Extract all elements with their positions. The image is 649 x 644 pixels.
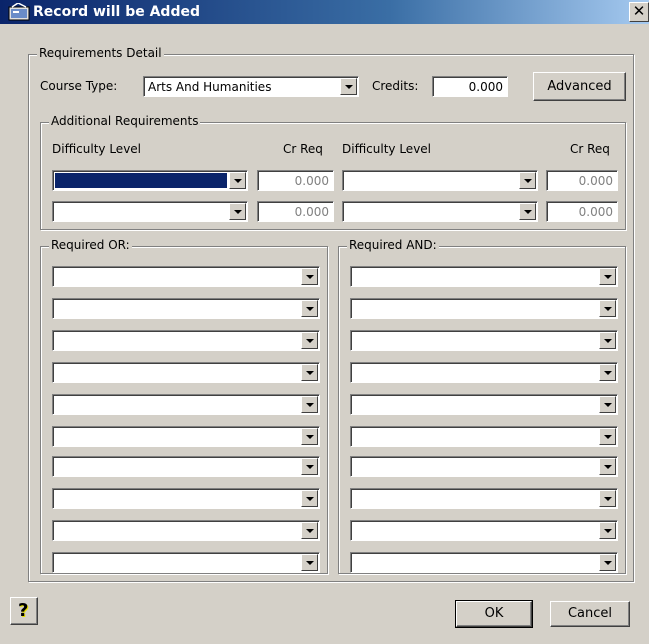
chevron-down-icon[interactable] bbox=[519, 203, 536, 220]
cr-req-value: 0.000 bbox=[294, 205, 329, 219]
difficulty-level-header-left: Difficulty Level bbox=[52, 142, 142, 156]
required-and-dropdown[interactable] bbox=[350, 298, 618, 319]
course-type-dropdown[interactable]: Arts And Humanities bbox=[143, 76, 359, 97]
cr-req-value: 0.000 bbox=[578, 174, 613, 188]
difficulty-level-dropdown[interactable] bbox=[52, 170, 248, 191]
chevron-down-icon[interactable] bbox=[301, 332, 318, 349]
required-or-dropdown[interactable] bbox=[52, 330, 320, 351]
cr-req-value: 0.000 bbox=[578, 205, 613, 219]
chevron-down-icon[interactable] bbox=[301, 396, 318, 413]
chevron-down-icon[interactable] bbox=[599, 428, 616, 445]
chevron-down-icon[interactable] bbox=[599, 554, 616, 571]
chevron-down-icon[interactable] bbox=[301, 268, 318, 285]
ok-button-label: OK bbox=[484, 606, 504, 621]
dialog-window: Record will be Added ✕ Requirements Deta… bbox=[0, 0, 649, 644]
required-or-legend: Required OR: bbox=[49, 238, 132, 252]
chevron-down-icon[interactable] bbox=[599, 332, 616, 349]
chevron-down-icon[interactable] bbox=[599, 458, 616, 475]
required-or-dropdown[interactable] bbox=[52, 362, 320, 383]
required-or-dropdown[interactable] bbox=[52, 456, 320, 477]
required-and-dropdown[interactable] bbox=[350, 426, 618, 447]
required-or-dropdown[interactable] bbox=[52, 552, 320, 573]
chevron-down-icon[interactable] bbox=[301, 458, 318, 475]
chevron-down-icon[interactable] bbox=[229, 172, 246, 189]
additional-requirements-legend: Additional Requirements bbox=[49, 114, 201, 128]
cr-req-field[interactable]: 0.000 bbox=[546, 170, 618, 191]
required-or-dropdown[interactable] bbox=[52, 488, 320, 509]
chevron-down-icon[interactable] bbox=[301, 522, 318, 539]
chevron-down-icon[interactable] bbox=[301, 428, 318, 445]
cr-req-field[interactable]: 0.000 bbox=[257, 170, 334, 191]
cr-req-field[interactable]: 0.000 bbox=[257, 201, 334, 222]
chevron-down-icon[interactable] bbox=[301, 300, 318, 317]
app-window-icon bbox=[8, 3, 30, 21]
cancel-button-label: Cancel bbox=[567, 606, 613, 621]
chevron-down-icon[interactable] bbox=[519, 172, 536, 189]
difficulty-level-dropdown[interactable] bbox=[342, 201, 538, 222]
credits-label: Credits: bbox=[372, 79, 419, 93]
required-or-dropdown[interactable] bbox=[52, 298, 320, 319]
cr-req-value: 0.000 bbox=[294, 174, 329, 188]
chevron-down-icon[interactable] bbox=[599, 268, 616, 285]
selection-highlight bbox=[55, 173, 227, 188]
required-or-dropdown[interactable] bbox=[52, 520, 320, 541]
required-and-dropdown[interactable] bbox=[350, 394, 618, 415]
course-type-value: Arts And Humanities bbox=[148, 80, 272, 94]
chevron-down-icon[interactable] bbox=[599, 522, 616, 539]
credits-field[interactable]: 0.000 bbox=[432, 76, 508, 97]
required-or-dropdown[interactable] bbox=[52, 266, 320, 287]
required-and-legend: Required AND: bbox=[347, 238, 439, 252]
chevron-down-icon[interactable] bbox=[599, 396, 616, 413]
required-and-dropdown[interactable] bbox=[350, 520, 618, 541]
cancel-button[interactable]: Cancel bbox=[550, 601, 630, 627]
required-and-dropdown[interactable] bbox=[350, 266, 618, 287]
window-title: Record will be Added bbox=[33, 4, 200, 20]
cr-req-field[interactable]: 0.000 bbox=[546, 201, 618, 222]
question-mark-icon: ? bbox=[18, 600, 29, 621]
required-and-dropdown[interactable] bbox=[350, 488, 618, 509]
ok-button[interactable]: OK bbox=[455, 600, 533, 628]
chevron-down-icon[interactable] bbox=[599, 364, 616, 381]
chevron-down-icon[interactable] bbox=[599, 300, 616, 317]
credits-value: 0.000 bbox=[468, 80, 503, 94]
chevron-down-icon[interactable] bbox=[229, 203, 246, 220]
close-button[interactable]: ✕ bbox=[629, 2, 649, 22]
chevron-down-icon[interactable] bbox=[301, 364, 318, 381]
required-or-dropdown[interactable] bbox=[52, 426, 320, 447]
difficulty-level-dropdown[interactable] bbox=[52, 201, 248, 222]
difficulty-level-dropdown[interactable] bbox=[342, 170, 538, 191]
cr-req-header-left: Cr Req bbox=[283, 142, 323, 156]
chevron-down-icon[interactable] bbox=[599, 490, 616, 507]
cr-req-header-right: Cr Req bbox=[570, 142, 610, 156]
chevron-down-icon[interactable] bbox=[340, 78, 357, 95]
required-and-dropdown[interactable] bbox=[350, 330, 618, 351]
requirements-detail-legend: Requirements Detail bbox=[37, 46, 164, 60]
title-bar[interactable]: Record will be Added ✕ bbox=[0, 0, 649, 24]
advanced-button-label: Advanced bbox=[547, 79, 612, 94]
close-icon: ✕ bbox=[632, 2, 646, 20]
required-and-dropdown[interactable] bbox=[350, 552, 618, 573]
required-and-dropdown[interactable] bbox=[350, 456, 618, 477]
help-button[interactable]: ? bbox=[10, 597, 38, 625]
advanced-button[interactable]: Advanced bbox=[533, 72, 626, 101]
course-type-label: Course Type: bbox=[40, 79, 118, 93]
chevron-down-icon[interactable] bbox=[301, 554, 318, 571]
required-or-dropdown[interactable] bbox=[52, 394, 320, 415]
difficulty-level-header-right: Difficulty Level bbox=[342, 142, 432, 156]
required-and-dropdown[interactable] bbox=[350, 362, 618, 383]
chevron-down-icon[interactable] bbox=[301, 490, 318, 507]
